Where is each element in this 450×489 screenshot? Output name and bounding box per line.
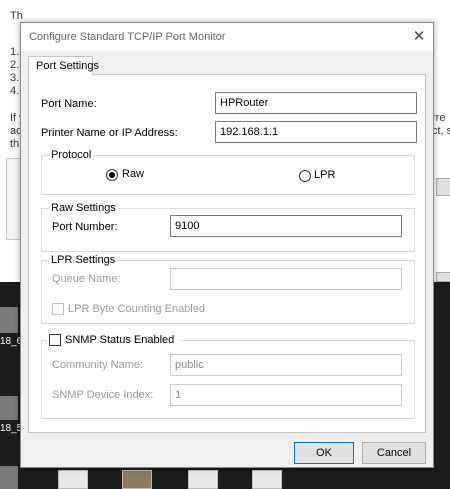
queue-name-label: Queue Name: [52, 273, 121, 285]
ok-button[interactable]: OK [294, 442, 354, 464]
port-settings-panel: Port Name: Printer Name or IP Address: P… [28, 74, 426, 433]
tab-port-settings[interactable]: Port Settings [28, 56, 99, 75]
background-text: th [10, 138, 20, 150]
snmp-legend: SNMP Status Enabled [47, 333, 181, 349]
lpr-radio-label[interactable]: LPR [314, 169, 335, 181]
community-name-field[interactable] [170, 354, 402, 376]
snmp-enabled-label[interactable]: SNMP Status Enabled [65, 334, 174, 346]
port-number-label: Port Number: [52, 221, 118, 233]
file-icon[interactable] [58, 470, 88, 489]
raw-settings-legend: Raw Settings [49, 202, 118, 214]
port-name-input[interactable] [216, 93, 416, 113]
port-name-field[interactable] [215, 92, 417, 114]
snmp-device-index-field[interactable] [170, 384, 402, 406]
configure-port-dialog: Configure Standard TCP/IP Port Monitor ✕… [20, 22, 434, 468]
background-button[interactable] [436, 272, 450, 282]
port-number-input[interactable] [171, 216, 401, 236]
protocol-legend: Protocol [49, 149, 94, 161]
port-number-field[interactable] [170, 215, 402, 237]
port-name-label: Port Name: [41, 98, 97, 110]
community-name-input[interactable] [171, 355, 401, 375]
community-name-label: Community Name: [52, 359, 144, 371]
image-icon[interactable] [122, 470, 152, 489]
snmp-enabled-checkbox[interactable] [49, 334, 61, 346]
background-text: rre [432, 112, 446, 124]
dialog-title: Configure Standard TCP/IP Port Monitor [29, 31, 226, 43]
desktop-thumbnail[interactable] [0, 466, 18, 489]
lpr-byte-counting-label: LPR Byte Counting Enabled [68, 303, 205, 315]
background-panel [6, 158, 20, 240]
title-bar[interactable]: Configure Standard TCP/IP Port Monitor ✕ [21, 23, 433, 51]
printer-address-label: Printer Name or IP Address: [41, 127, 178, 139]
tab-label: Port Settings [36, 60, 99, 72]
background-list-item: 2. [10, 59, 20, 71]
desktop-thumbnail[interactable] [0, 307, 18, 333]
snmp-group [41, 340, 415, 419]
lpr-byte-counting-checkbox[interactable] [52, 303, 64, 315]
desktop-label: 18_6 [0, 336, 23, 347]
desktop-thumbnail[interactable] [0, 396, 18, 420]
search-file-icon[interactable] [188, 470, 218, 489]
background-list-item: 3. [10, 72, 20, 84]
snmp-device-index-label: SNMP Device Index: [52, 389, 154, 401]
background-list-item: 4. [10, 85, 20, 97]
protocol-group [41, 155, 415, 195]
cancel-button[interactable]: Cancel [362, 442, 426, 464]
file-icon[interactable] [252, 470, 282, 489]
background-text: ct, s [432, 125, 450, 137]
queue-name-input[interactable] [171, 269, 401, 289]
desktop-label: 18_5 [0, 423, 23, 434]
queue-name-field[interactable] [170, 268, 402, 290]
close-icon[interactable]: ✕ [405, 23, 433, 51]
raw-radio-label[interactable]: Raw [122, 168, 144, 180]
raw-radio[interactable] [106, 169, 118, 181]
background-button[interactable] [436, 178, 450, 196]
lpr-settings-legend: LPR Settings [49, 254, 118, 266]
snmp-device-index-input[interactable] [171, 385, 401, 405]
lpr-radio[interactable] [299, 170, 311, 182]
printer-address-field[interactable] [215, 121, 417, 143]
background-list-item: 1. [10, 46, 20, 58]
printer-address-input[interactable] [216, 122, 416, 142]
background-text: Th [10, 10, 23, 22]
